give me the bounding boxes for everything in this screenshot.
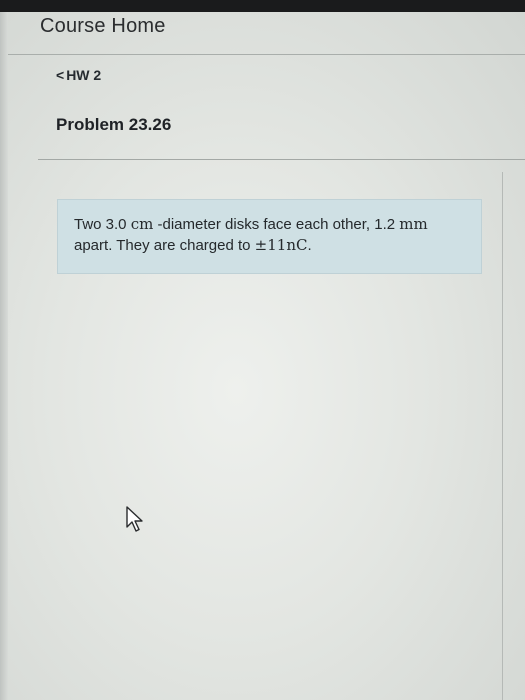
question-text-part-4: . — [307, 237, 312, 254]
question-text-part-3: apart. They are charged to — [74, 237, 255, 254]
title-divider — [38, 159, 525, 160]
screen: Course Home < HW 2 Problem 23.26 Two 3.0… — [0, 12, 525, 700]
charge-value: ±11nC — [254, 236, 308, 254]
header-divider — [8, 54, 525, 55]
question-text-part-1: Two 3.0 — [74, 216, 131, 233]
monitor-bezel — [0, 0, 525, 12]
content-right-border — [502, 172, 503, 700]
course-home-link[interactable]: Course Home — [40, 15, 166, 38]
arrow-pointer-icon — [126, 506, 143, 532]
unit-cm: cm — [130, 215, 154, 233]
back-link-label: HW 2 — [66, 67, 102, 83]
question-text-box: Two 3.0 cm -diameter disks face each oth… — [57, 199, 482, 274]
left-panel-edge — [0, 12, 8, 700]
back-to-hw-link[interactable]: < HW 2 — [56, 67, 101, 83]
problem-title: Problem 23.26 — [56, 115, 172, 134]
chevron-left-icon: < — [56, 67, 65, 83]
question-text-part-2: -diameter disks face each other, 1.2 — [153, 216, 400, 233]
unit-mm: mm — [399, 215, 428, 233]
